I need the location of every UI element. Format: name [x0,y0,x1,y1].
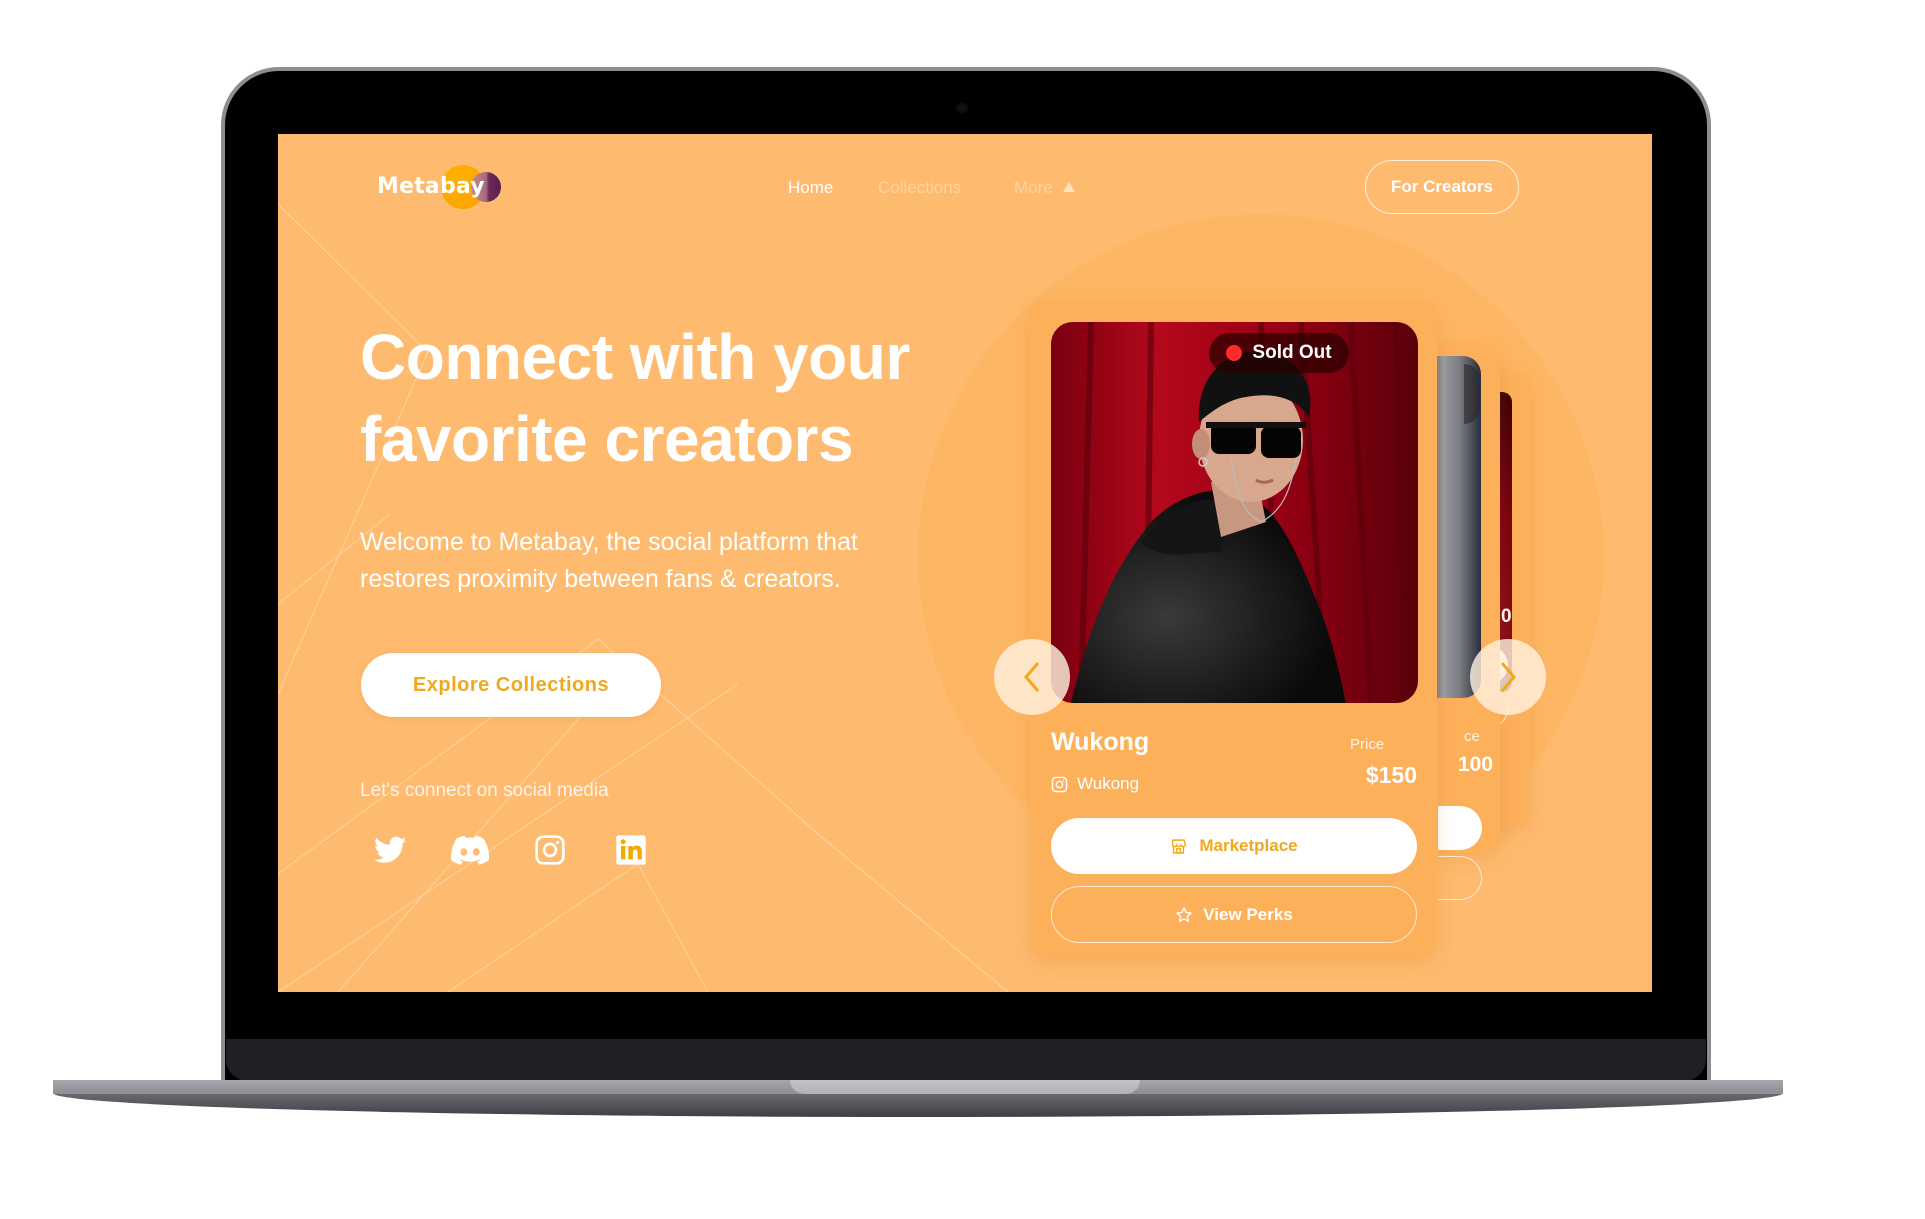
nav-more[interactable]: More [1014,178,1075,198]
card-2-price: 100 [1458,753,1494,776]
creator-photo-graphic [1051,322,1418,703]
discord-icon[interactable] [450,830,490,870]
instagram-icon[interactable] [530,830,570,870]
sold-out-badge: Sold Out [1209,333,1349,373]
hero-subtitle: Welcome to Metabay, the social platform … [360,524,960,598]
creator-photo[interactable]: Sold Out [1051,322,1418,703]
twitter-icon[interactable] [370,830,410,870]
website-screen: Metabay Home Collections More For Creato… [278,134,1652,992]
social-label: Let's connect on social media [360,780,609,801]
laptop-hinge-notch [790,1080,1140,1094]
nav-home[interactable]: Home [788,178,833,198]
chevron-right-icon [1500,662,1516,692]
headline-line-1: Connect with your [360,321,910,393]
nav-collections[interactable]: Collections [878,178,961,198]
nav-more-label: More [1014,178,1053,197]
linkedin-icon[interactable] [611,830,651,870]
subtitle-line-2: restores proximity between fans & creato… [360,565,841,593]
star-icon [1176,906,1193,922]
card-2-price-label: ce [1464,728,1480,745]
price-label: Price [1350,736,1385,753]
for-creators-button[interactable]: For Creators [1365,160,1519,214]
hero-headline: Connect with your favorite creators [360,316,1000,480]
sold-out-label: Sold Out [1252,342,1332,363]
price-value: $150 [1365,762,1417,788]
chevron-left-icon [1024,662,1040,692]
webcam [956,102,968,114]
creator-handle-label: Wukong [1077,774,1140,793]
creator-handle[interactable]: Wukong [1051,774,1139,794]
status-dot-icon [1226,345,1243,361]
laptop-chin [226,1039,1706,1081]
marketplace-button[interactable]: Marketplace [1051,818,1417,874]
triangle-up-icon [1062,182,1075,192]
creator-name: Wukong [1051,728,1150,756]
view-perks-label: View Perks [1203,904,1293,924]
card-3-price: 0 [1501,606,1512,627]
view-perks-button[interactable]: View Perks [1051,886,1417,943]
headline-line-2: favorite creators [360,403,854,475]
marketplace-label: Marketplace [1199,836,1298,855]
card-2-marketplace-button[interactable] [1438,806,1482,850]
carousel-next-button[interactable] [1470,639,1546,715]
card-2-perks-button[interactable] [1438,856,1482,900]
explore-collections-button[interactable]: Explore Collections [361,653,661,717]
card-2-badge [1464,364,1480,424]
logo[interactable]: Metabay [377,174,485,199]
laptop-base [53,1093,1783,1117]
instagram-icon [1051,776,1068,792]
subtitle-line-1: Welcome to Metabay, the social platform … [360,528,858,556]
store-icon [1172,838,1187,854]
carousel-card-1[interactable]: Sold Out Wukong Price $150 Wukong Market… [1030,300,1437,957]
carousel-prev-button[interactable] [994,639,1070,715]
